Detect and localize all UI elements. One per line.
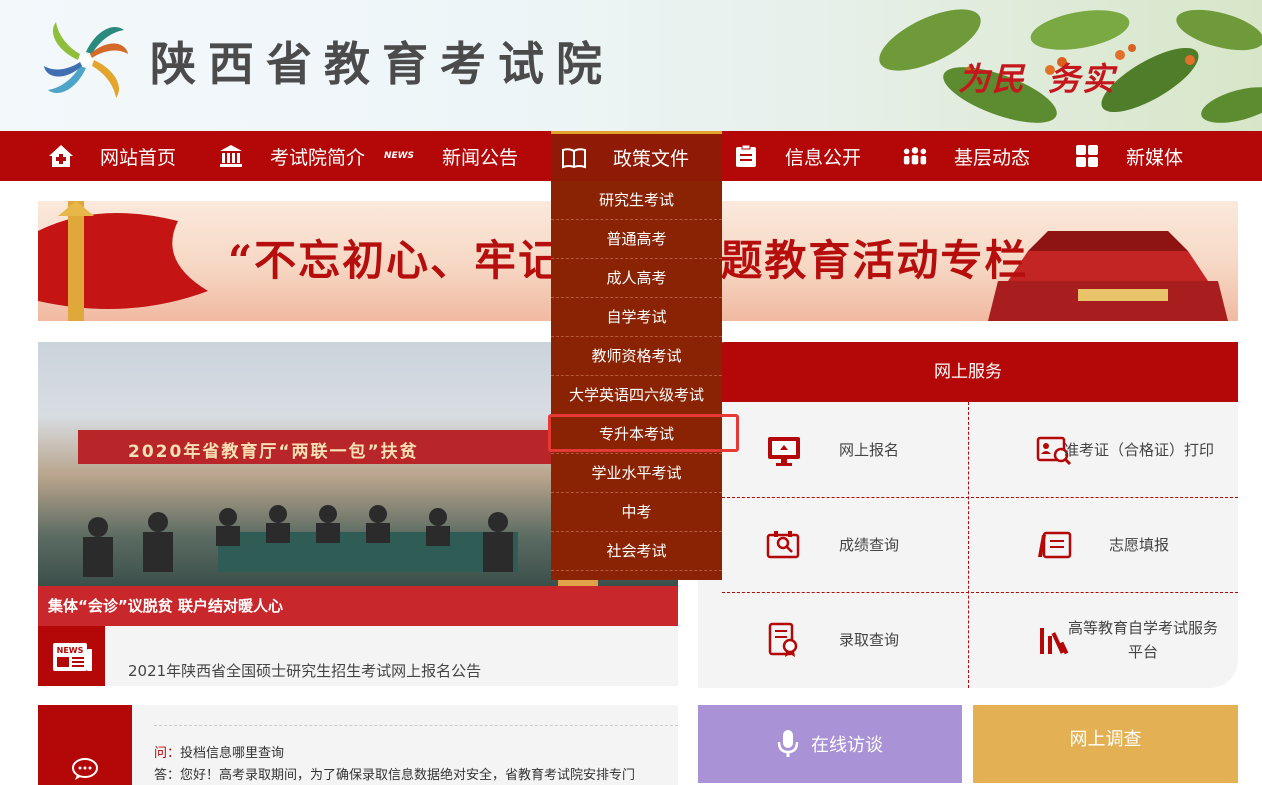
online-interview-button[interactable]: 在线访谈 [698, 705, 962, 783]
qa-answer-text: 您好！高考录取期间，为了确保录取信息数据绝对安全，省教育考试院安排专门 [180, 768, 636, 783]
qa-answer-label: 答： [154, 768, 181, 783]
service-label: 高等教育自学考试服务平台 [1068, 618, 1219, 661]
service-self-study-platform[interactable]: 高等教育自学考试服务平台 [968, 592, 1238, 687]
service-admission-query[interactable]: 录取查询 [698, 592, 968, 687]
qa-section: 问：投档信息哪里查询 答：您好！高考录取期间，为了确保录取信息数据绝对安全，省教… [38, 705, 678, 785]
dropdown-item-proficiency-exam[interactable]: 学业水平考试 [551, 454, 722, 493]
nav-item-disclosure[interactable]: 信息公开 [733, 131, 861, 181]
grid-icon [1074, 143, 1100, 169]
monitor-icon [768, 436, 800, 466]
site-logo-icon[interactable] [38, 12, 134, 108]
nav-item-policy[interactable]: 政策文件 [551, 131, 722, 181]
nav-label-new-media: 新媒体 [1126, 146, 1184, 169]
online-survey-label: 网上调查 [1069, 729, 1142, 750]
nav-item-news[interactable]: NEWS 新闻公告 [383, 131, 519, 181]
news-list-item: NEWS 2021年陕西省全国硕士研究生招生考试网上报名公告 [38, 626, 678, 686]
nav-label-news: 新闻公告 [442, 146, 519, 169]
service-label: 志愿填报 [1108, 535, 1169, 554]
nav-item-about[interactable]: 考试院简介 [218, 131, 365, 181]
online-survey-button[interactable]: 网上调查 [973, 705, 1238, 783]
microphone-icon [777, 730, 799, 757]
service-volunteer-fill[interactable]: 志愿填报 [968, 497, 1238, 592]
newspaper-icon: NEWS [52, 643, 92, 671]
dropdown-item-graduate-exam[interactable]: 研究生考试 [551, 181, 722, 220]
qa-question[interactable]: 问：投档信息哪里查询 [154, 742, 284, 761]
nav-label-disclosure: 信息公开 [785, 146, 862, 169]
dropdown-item-upgrade-exam[interactable]: 专升本考试 [551, 415, 722, 454]
news-badge: NEWS [38, 626, 105, 686]
qa-question-text: 投档信息哪里查询 [180, 746, 285, 761]
nav-label-home: 网站首页 [100, 146, 177, 169]
dropdown-item-teacher-cert-exam[interactable]: 教师资格考试 [551, 337, 722, 376]
nav-label-grassroots: 基层动态 [954, 146, 1031, 169]
site-title: 陕西省教育考试院 [150, 37, 614, 91]
policy-dropdown-menu: 研究生考试 普通高考 成人高考 自学考试 教师资格考试 大学英语四六级考试 专升… [551, 181, 722, 580]
qa-question-label: 问： [154, 746, 181, 761]
featured-news-caption[interactable]: 集体“会诊”议脱贫 联户结对暖人心 [38, 586, 678, 626]
nav-item-new-media[interactable]: 新媒体 [1074, 131, 1183, 181]
nav-item-home[interactable]: 网站首页 [48, 131, 176, 181]
home-icon [48, 143, 74, 169]
main-nav: 网站首页 考试院简介 NEWS 新闻公告 政策文件 信息公开 基层动态 新媒体 [0, 131, 1262, 181]
nav-label-about: 考试院简介 [270, 146, 366, 169]
service-admission-ticket-print[interactable]: 准考证（合格证）打印 [968, 402, 1238, 497]
service-label: 网上报名 [838, 440, 899, 459]
news-icon: NEWS [383, 151, 415, 161]
certificate-icon [768, 622, 798, 657]
newspaper-icon-text: NEWS [56, 646, 83, 655]
dropdown-item-adult-exam[interactable]: 成人高考 [551, 259, 722, 298]
dropdown-item-social-exam[interactable]: 社会考试 [551, 532, 722, 571]
online-services-header[interactable]: 网上服务 [698, 342, 1238, 402]
people-icon [902, 143, 928, 169]
service-label: 准考证（合格证）打印 [1064, 440, 1215, 459]
dropdown-item-self-study-exam[interactable]: 自学考试 [551, 298, 722, 337]
slogan-part-2: 务实 [1048, 60, 1117, 98]
service-online-registration[interactable]: 网上报名 [698, 402, 968, 497]
site-header: 陕西省教育考试院 为民 务实 [0, 0, 1262, 131]
pen-form-icon [1038, 531, 1072, 558]
dropdown-item-middle-school-exam[interactable]: 中考 [551, 493, 722, 532]
qa-answer: 答：您好！高考录取期间，为了确保录取信息数据绝对安全，省教育考试院安排专门 [154, 764, 674, 783]
service-score-query[interactable]: 成绩查询 [698, 497, 968, 592]
score-search-icon [766, 530, 800, 558]
slogan-part-1: 为民 [958, 60, 1027, 98]
nav-item-grassroots[interactable]: 基层动态 [902, 131, 1030, 181]
clipboard-icon [733, 143, 759, 169]
bar-chart-icon [1040, 627, 1069, 654]
online-services-grid: 网上报名 准考证（合格证）打印 成绩查询 志愿填报 录取查询 高等教育自学考试服… [698, 402, 1238, 688]
qa-badge [38, 705, 132, 785]
slogan: 为民 务实 [958, 54, 1116, 100]
photo-banner-text: 2020年省教育厅“两联一包”扶贫 [128, 442, 419, 462]
news-headline-link[interactable]: 2021年陕西省全国硕士研究生招生考试网上报名公告 [128, 660, 481, 681]
nav-label-policy: 政策文件 [613, 148, 690, 170]
building-icon [218, 143, 244, 169]
chat-bubble-icon [72, 758, 98, 780]
service-label: 录取查询 [838, 630, 899, 649]
qa-divider [154, 725, 678, 726]
dropdown-item-cet-exam[interactable]: 大学英语四六级考试 [551, 376, 722, 415]
dropdown-item-college-entrance-exam[interactable]: 普通高考 [551, 220, 722, 259]
service-label: 成绩查询 [838, 535, 899, 554]
online-interview-label: 在线访谈 [811, 735, 883, 756]
book-icon [561, 145, 587, 171]
